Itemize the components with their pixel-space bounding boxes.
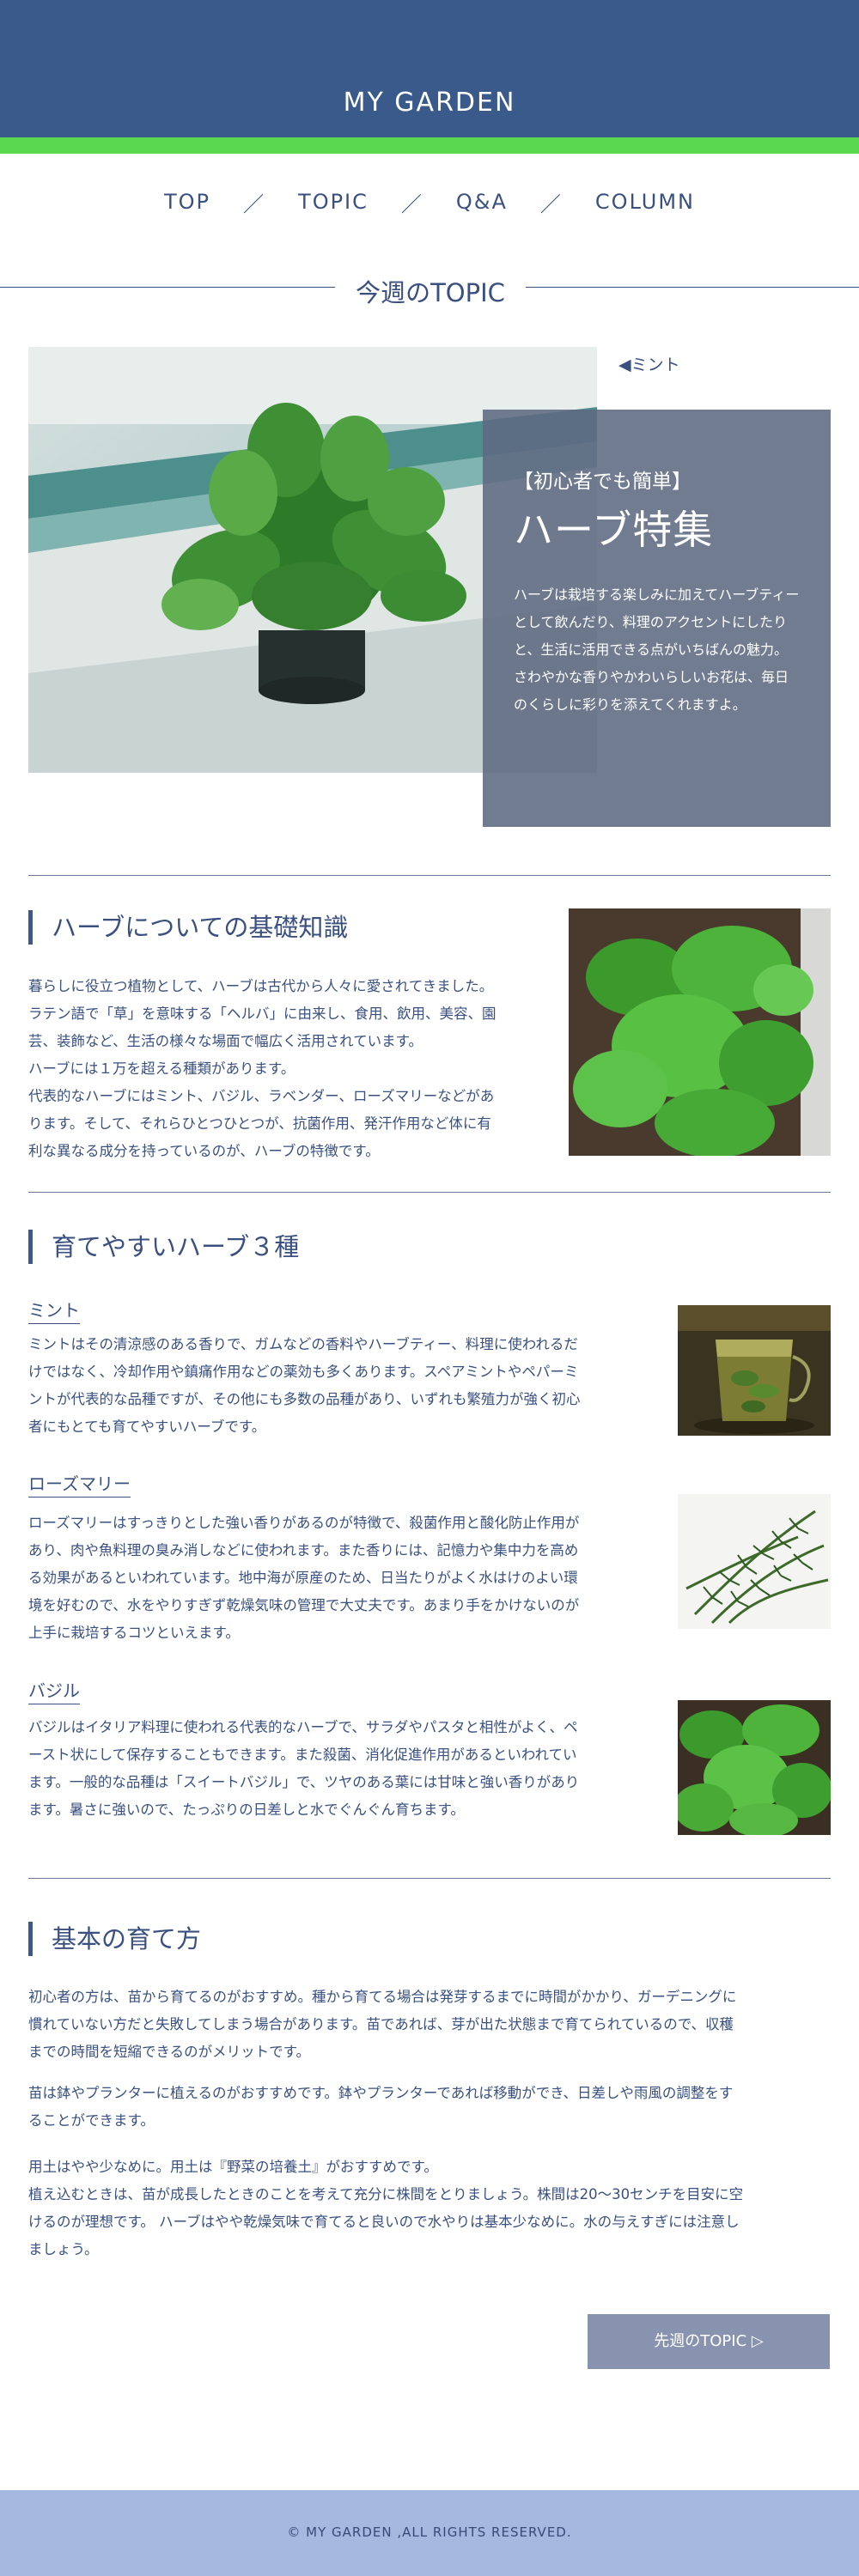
herb-desc-line: ントが代表的な品種ですが、その他にも多数の品種があり、いずれも繁殖力が強く初心 [28,1391,581,1407]
global-nav: TOP ／ TOPIC ／ Q&A ／ COLUMN [0,185,859,219]
rosemary-image [678,1494,831,1629]
herb-name-basil: バジル [28,1677,80,1704]
herb-desc-line: ミントはその清涼感のある香りで、ガムなどの香料やハーブティー、料理に使われるだ [28,1336,578,1352]
basics-line: ります。そして、それらひとつひとつが、抗菌作用、発汗作用など体に有 [28,1115,491,1132]
basil-pot-image [569,908,831,1156]
basics-paragraph: 暮らしに役立つ植物として、ハーブは古代から人々に愛されてきました。 ラテン語で「… [28,973,561,1165]
heading-rule [0,287,335,288]
herb-desc-line: 境を好むので、水をやりすぎず乾燥気味の管理で大丈夫です。あまり手をかけないのが [28,1597,580,1613]
growing-paragraph-3: 用土はやや少なめに。用土は『野菜の培養土』がおすすめです。 植え込むときは、苗が… [28,2154,836,2263]
basil-image [678,1700,831,1835]
growing-line: 慣れていない方だと失敗してしまう場合があります。苗であれば、芽が出た状態まで育て… [28,2016,734,2032]
site-header: MY GARDEN [0,0,859,137]
header-accent-stripe [0,137,859,154]
herb-desc-line: 上手に栽培するコツといえます。 [28,1625,240,1641]
nav-separator: ／ [539,191,563,216]
herb-desc-line: 者にもとても育てやすいハーブです。 [28,1419,266,1435]
herb-desc-line: ます。暑さに強いので、たっぷりの日差しと水でぐんぐん育ちます。 [28,1801,465,1818]
basics-line: 暮らしに役立つ植物として、ハーブは古代から人々に愛されてきました。 [28,978,494,994]
herb-name-rosemary: ローズマリー [28,1470,131,1498]
site-footer: © MY GARDEN ,ALL RIGHTS RESERVED. [0,2490,859,2576]
hero-body-text: ハーブは栽培する楽しみに加えてハーブティーとして飲んだり、料理のアクセントにした… [514,586,800,713]
herb-desc-mint: ミントはその清涼感のある香りで、ガムなどの香料やハーブティー、料理に使われるだ … [28,1331,664,1441]
growing-line: けるのが理想です。 ハーブはやや乾燥気味で育てると良いので水やりは基本少なめに。… [28,2214,740,2230]
growing-line: 初心者の方は、苗から育てるのがおすすめ。種から育てる場合は発芽するまでに時間がか… [28,1989,737,2005]
section-divider [28,875,831,876]
nav-item-qa[interactable]: Q&A [456,190,508,214]
hero-feature-card: 【初心者でも簡単】 ハーブ特集 ハーブは栽培する楽しみに加えてハーブティーとして… [483,410,831,827]
nav-separator: ／ [400,191,423,216]
heading-rule [526,287,859,288]
section-divider [28,1878,831,1879]
basics-line: ラテン語で「草」を意味する「ヘルバ」に由来し、食用、飲用、美容、園 [28,1005,497,1022]
herb-desc-line: ローズマリーはすっきりとした強い香りがあるのが特徴で、殺菌作用と酸化防止作用が [28,1515,580,1531]
hero-subtitle: 【初心者でも簡単】 [514,471,691,493]
growing-line: 苗は鉢やプランターに植えるのがおすすめです。鉢やプランターであれば移動ができ、日… [28,2085,734,2101]
basics-line: 芸、装飾など、生活の様々な場面で幅広く活用されています。 [28,1033,423,1049]
growing-paragraph-1: 初心者の方は、苗から育てるのがおすすめ。種から育てる場合は発芽するまでに時間がか… [28,1984,836,2066]
growing-paragraph-2: 苗は鉢やプランターに植えるのがおすすめです。鉢やプランターであれば移動ができ、日… [28,2080,836,2135]
herb-desc-line: けではなく、冷却作用や鎮痛作用などの薬効も多くあります。スペアミントやペパーミ [28,1364,579,1380]
nav-separator: ／ [243,191,266,216]
herb-desc-rosemary: ローズマリーはすっきりとした強い香りがあるのが特徴で、殺菌作用と酸化防止作用が … [28,1510,664,1647]
herb-desc-line: ースト状にして保存することもできます。また殺菌、消化促進作用があるといわれてい [28,1747,577,1763]
previous-week-topic-button[interactable]: 先週のTOPIC ▷ [588,2314,830,2369]
basics-line: 利な異なる成分を持っているのが、ハーブの特徴です。 [28,1143,380,1159]
herb-desc-line: る効果があるといわれています。地中海が原産のため、日当たりがよく水はけのよい環 [28,1570,578,1586]
herb-desc-line: あり、肉や魚料理の臭み消しなどに使われます。また香りには、記憶力や集中力を高め [28,1542,579,1558]
easy-herbs-section-title: 育てやすいハーブ３種 [28,1230,299,1264]
herb-desc-line: バジルはイタリア料理に使われる代表的なハーブで、サラダやパスタと相性がよく、ペ [28,1719,578,1735]
basics-line: 代表的なハーブにはミント、バジル、ラベンダー、ローズマリーなどがあ [28,1088,495,1104]
weekly-topic-heading: 今週のTOPIC [0,266,859,309]
section-divider [28,1192,831,1193]
hero-image-caption: ◀ミント [618,355,680,374]
growing-line: までの時間を短縮できるのがメリットです。 [28,2044,311,2060]
herb-desc-line: ます。一般的な品種は「スイートバジル」で、ツヤのある葉には甘味と強い香りがあり [28,1774,580,1790]
site-title[interactable]: MY GARDEN [0,88,859,118]
mint-tea-image [678,1305,831,1436]
herb-name-mint: ミント [28,1297,80,1324]
growing-line: 植え込むときは、苗が成長したときのことを考えて充分に株間をとりましょう。株間は2… [28,2186,744,2202]
nav-item-topic[interactable]: TOPIC [298,190,369,214]
growing-line: 用土はやや少なめに。用土は『野菜の培養土』がおすすめです。 [28,2159,438,2175]
basics-section-title: ハーブについての基礎知識 [28,910,348,945]
footer-copyright: © MY GARDEN ,ALL RIGHTS RESERVED. [287,2524,572,2540]
nav-item-top[interactable]: TOP [164,190,210,214]
basics-line: ハーブには１万を超える種類があります。 [28,1060,295,1077]
hero-title: ハーブ特集 [514,507,714,553]
weekly-topic-title: 今週のTOPIC [356,278,505,307]
growing-line: ることができます。 [28,2112,155,2129]
growing-line: ましょう。 [28,2241,99,2257]
herb-desc-basil: バジルはイタリア料理に使われる代表的なハーブで、サラダやパスタと相性がよく、ペ … [28,1714,664,1824]
growing-section-title: 基本の育て方 [28,1922,201,1956]
nav-item-column[interactable]: COLUMN [595,190,695,214]
